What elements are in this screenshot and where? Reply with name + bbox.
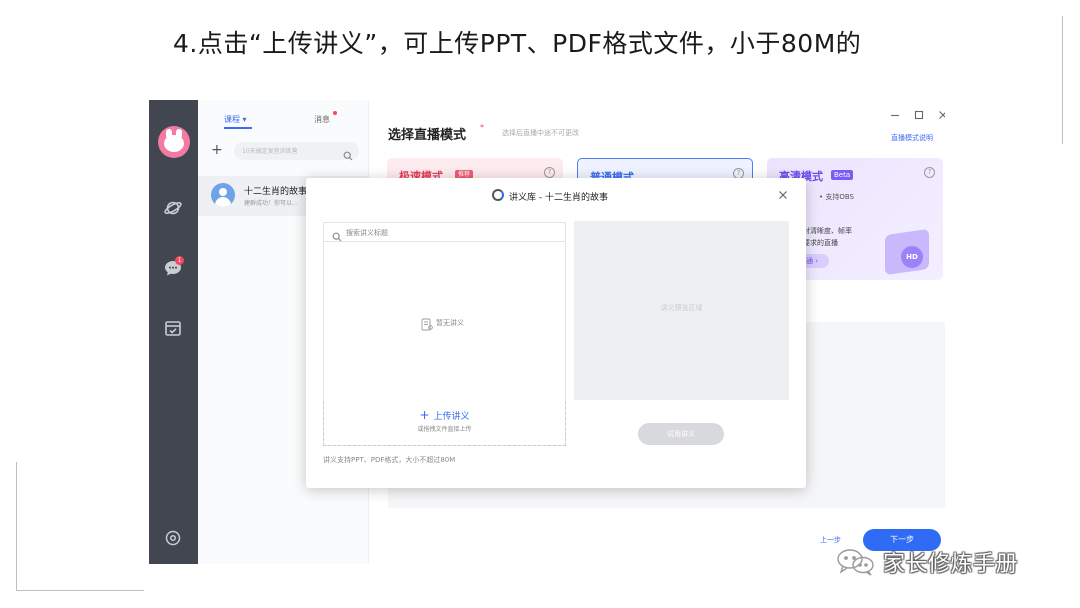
tab-course-underline — [224, 127, 252, 129]
upload-lecture-label: 上传讲义 — [433, 412, 470, 422]
course-search-input[interactable]: 10天搞定发音训练营 — [234, 142, 359, 160]
preview-placeholder-text: 讲义预览区域 — [660, 304, 703, 312]
modal-title: 讲义库 - 十二生肖的故事 — [509, 193, 608, 203]
instruction-caption: 4.点击“上传讲义”，可上传PPT、PDF格式文件，小于80M的 — [173, 29, 862, 58]
hd-description-1: 对清晰度、帧率 — [803, 227, 852, 235]
user-avatar[interactable] — [158, 126, 190, 158]
mode-hint: 选择后直播中途不可更改 — [502, 129, 579, 137]
avatar-face — [164, 135, 184, 152]
close-icon[interactable] — [777, 186, 789, 199]
upload-format-note: 讲义支持PPT、PDF格式，大小不超过80M — [323, 456, 456, 464]
avatar-body — [215, 197, 231, 207]
planet-icon[interactable] — [163, 198, 183, 218]
search-icon — [332, 227, 342, 242]
messages-unread-dot — [333, 111, 337, 115]
course-avatar — [211, 183, 235, 207]
watermark-text: 家长修炼手册 — [883, 552, 1019, 577]
left-nav: 1 — [149, 100, 198, 564]
frame-line-right — [1062, 16, 1063, 144]
plus-icon: + — [419, 408, 430, 422]
frame-line-left — [16, 462, 17, 590]
upload-drag-hint: 或拖拽文件直接上传 — [417, 426, 472, 433]
tab-course[interactable]: 课程 ▾ — [224, 114, 247, 125]
hd-feature-obs: • 支持OBS — [819, 193, 854, 201]
empty-document-icon — [421, 316, 433, 331]
mode-help-link[interactable]: 直播模式说明 — [891, 133, 933, 143]
lecture-preview-area: 讲义预览区域 — [574, 221, 789, 400]
tab-messages[interactable]: 消息 — [314, 114, 330, 125]
minimize-icon[interactable] — [889, 106, 901, 118]
add-button[interactable]: + — [211, 143, 223, 157]
maximize-icon[interactable] — [913, 106, 925, 120]
lecture-search-bar — [324, 223, 565, 242]
app-window: 1 课程 ▾ 消息 + 10天搞定发音训练营 十二生肖的故事 建群成功！你可以.… — [149, 100, 945, 564]
lecture-library-logo-icon — [492, 189, 504, 201]
help-question-icon[interactable]: ? — [544, 167, 555, 178]
close-window-icon[interactable] — [937, 106, 945, 119]
try-lecture-button[interactable]: 试用讲义 — [638, 423, 724, 445]
lecture-library-modal: 讲义库 - 十二生肖的故事 暂无讲义 +上传讲义 或拖拽文件直接上传 讲义支持P… — [306, 178, 806, 488]
search-icon[interactable] — [343, 146, 353, 161]
wechat-icon — [835, 547, 877, 577]
required-mark: * — [480, 123, 484, 132]
page-title: 选择直播模式 — [388, 128, 467, 143]
beta-tag: Beta — [831, 170, 854, 180]
settings-icon[interactable] — [163, 528, 183, 548]
hd-badge-icon: HD — [901, 246, 923, 268]
prev-step-button[interactable]: 上一步 — [820, 535, 841, 545]
empty-lecture-text: 暂无讲义 — [436, 319, 464, 327]
calendar-icon[interactable] — [163, 318, 183, 338]
course-last-message: 建群成功！你可以... — [244, 200, 298, 207]
upload-lecture-button[interactable]: + 上传讲义 — [324, 408, 565, 422]
course-title: 十二生肖的故事 — [244, 187, 308, 197]
frame-line-bottom — [16, 590, 144, 591]
lecture-search-input[interactable] — [346, 226, 546, 239]
help-question-icon[interactable]: ? — [924, 167, 935, 178]
hd-description-2: 要求的直播 — [803, 239, 838, 247]
upload-drop-zone[interactable]: + 上传讲义 或拖拽文件直接上传 — [323, 401, 566, 446]
chat-unread-badge: 1 — [175, 256, 184, 265]
avatar-head — [219, 188, 227, 196]
